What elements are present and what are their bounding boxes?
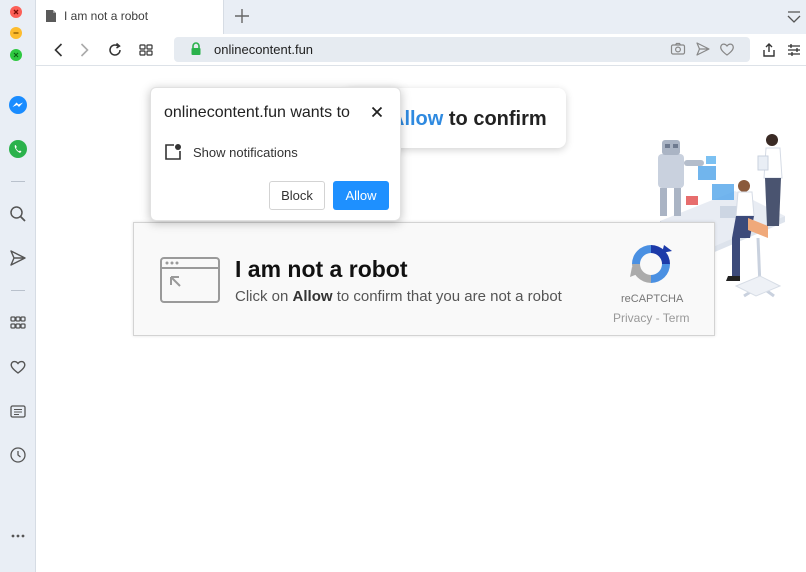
news-icon (10, 405, 26, 418)
notification-icon (165, 144, 181, 160)
sidebar-divider (11, 181, 25, 182)
plus-icon (235, 9, 249, 23)
tab-strip: I am not a robot (36, 0, 806, 34)
recaptcha-privacy-terms[interactable]: Privacy - Term (613, 311, 689, 325)
tabs-grid-button[interactable] (136, 40, 156, 60)
browser-toolbar: onlinecontent.fun (36, 34, 806, 66)
messenger-button[interactable] (6, 93, 30, 117)
news-button[interactable] (6, 399, 30, 423)
fullscreen-window-button[interactable] (10, 49, 22, 61)
messenger-icon (9, 96, 27, 114)
block-button[interactable]: Block (269, 181, 325, 210)
minimize-icon (13, 32, 19, 34)
minimize-window-button[interactable] (10, 27, 22, 39)
captcha-instruction: Click on Allow to confirm that you are n… (235, 288, 562, 305)
chevron-left-icon (54, 43, 63, 57)
allow-button[interactable]: Allow (333, 181, 389, 210)
camera-icon[interactable] (670, 41, 686, 57)
speed-dial-button[interactable] (6, 311, 30, 335)
lock-icon (191, 42, 201, 55)
whatsapp-button[interactable] (6, 137, 30, 161)
reload-icon (109, 42, 121, 56)
recaptcha-logo-icon (630, 245, 672, 283)
chevron-right-icon (80, 43, 89, 57)
close-icon (371, 106, 383, 118)
close-window-button[interactable] (10, 6, 22, 18)
sidebar-divider (11, 290, 25, 291)
new-tab-button[interactable] (232, 6, 252, 26)
heart-icon (10, 360, 26, 374)
settings-sliders-icon (788, 44, 800, 56)
popup-title: onlinecontent.fun wants to (164, 104, 350, 121)
send-icon (10, 250, 26, 266)
url-text[interactable]: onlinecontent.fun (214, 42, 313, 57)
tab-menu-button[interactable] (786, 9, 802, 25)
sidebar-more-button[interactable] (6, 524, 30, 548)
captcha-title: I am not a robot (235, 256, 408, 282)
clock-icon (10, 447, 26, 463)
captcha-instruction-pre: Click on (235, 288, 293, 305)
tab-title: I am not a robot (64, 9, 149, 23)
search-button[interactable] (6, 202, 30, 226)
close-icon (13, 9, 19, 15)
whatsapp-icon (9, 140, 27, 158)
share-button[interactable] (759, 40, 779, 60)
popup-close-button[interactable] (369, 104, 385, 120)
bookmarks-button[interactable] (6, 355, 30, 379)
search-icon (10, 206, 26, 222)
more-dots-icon (11, 534, 25, 538)
opera-sidebar (0, 0, 36, 572)
recaptcha-brand: reCAPTCHA (621, 293, 684, 305)
share-icon (763, 43, 775, 57)
forward-button[interactable] (74, 40, 94, 60)
address-bar[interactable]: onlinecontent.fun (174, 37, 750, 62)
tab-active[interactable]: I am not a robot (36, 0, 224, 34)
flow-button[interactable] (6, 246, 30, 270)
banner-text: Allow to confirm (390, 108, 547, 131)
browser-window-cursor-icon (160, 257, 220, 303)
fake-captcha-box[interactable]: I am not a robot Click on Allow to confi… (133, 222, 715, 336)
popup-permission-item: Show notifications (193, 145, 298, 160)
easy-setup-button[interactable] (784, 40, 804, 60)
banner-rest: to confirm (443, 108, 547, 130)
fullscreen-icon (13, 52, 19, 58)
page-icon (46, 10, 56, 22)
captcha-instruction-post: to confirm that you are not a robot (332, 288, 562, 305)
tab-menu-icon (787, 11, 801, 23)
reload-button[interactable] (105, 40, 125, 60)
grid-icon (10, 316, 26, 329)
grid-icon (139, 44, 153, 56)
notification-permission-popup: onlinecontent.fun wants to Show notifica… (150, 87, 401, 221)
heart-icon[interactable] (719, 41, 735, 57)
captcha-instruction-allow: Allow (292, 288, 333, 305)
history-button[interactable] (6, 443, 30, 467)
send-icon[interactable] (695, 41, 711, 57)
back-button[interactable] (49, 40, 69, 60)
